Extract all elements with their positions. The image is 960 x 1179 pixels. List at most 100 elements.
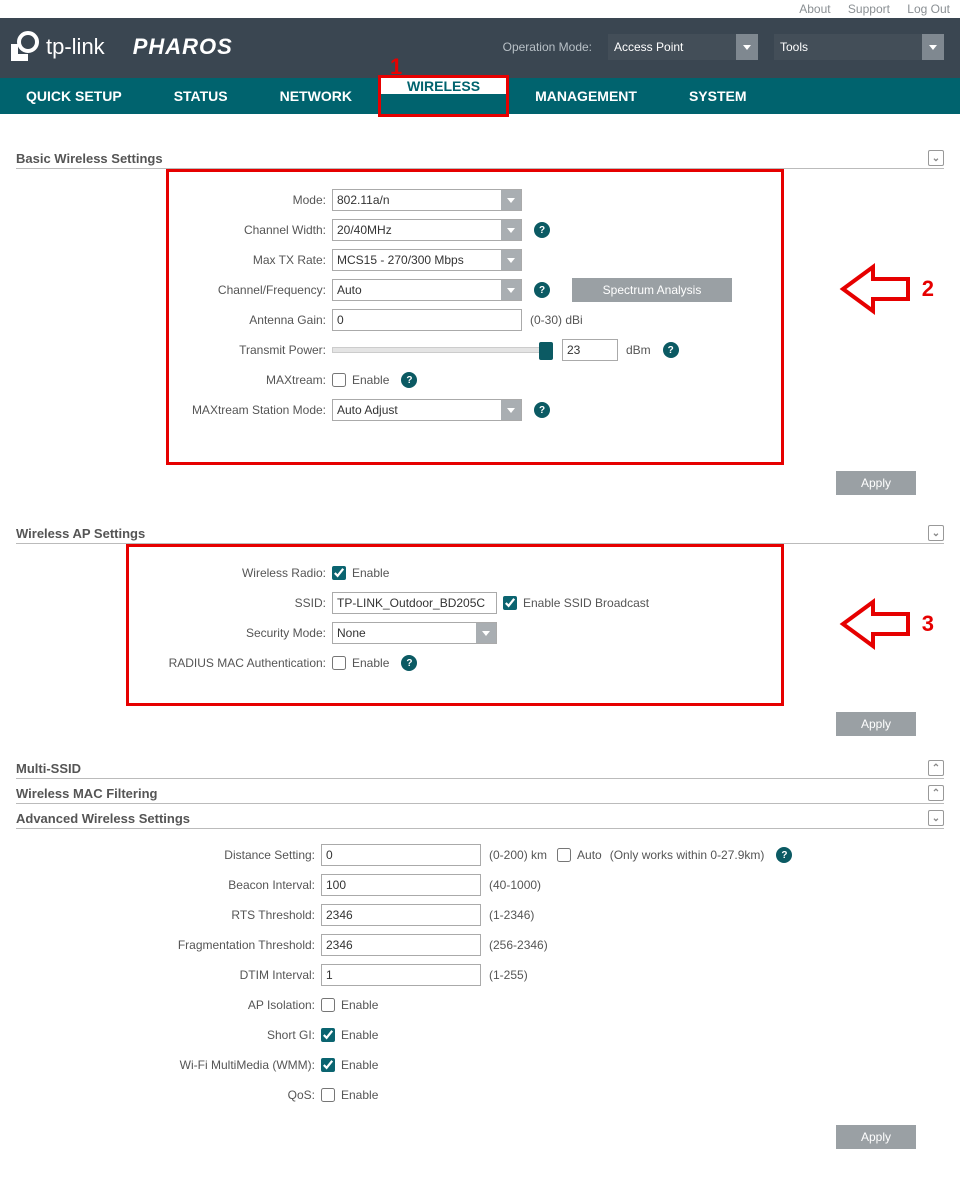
ssid-input[interactable] xyxy=(332,592,497,614)
help-icon[interactable]: ? xyxy=(401,372,417,388)
expand-icon[interactable]: ⌃ xyxy=(928,785,944,801)
chevron-down-icon[interactable] xyxy=(922,34,944,60)
chevron-down-icon[interactable] xyxy=(501,250,521,270)
qos-checkbox[interactable] xyxy=(321,1088,335,1102)
help-icon[interactable]: ? xyxy=(776,847,792,863)
channel-freq-select[interactable]: Auto xyxy=(332,279,522,301)
ssid-broadcast-text: Enable SSID Broadcast xyxy=(523,596,649,610)
logo-group: tp-link PHAROS xyxy=(8,30,233,64)
chevron-down-icon[interactable] xyxy=(501,190,521,210)
maxtream-mode-select[interactable]: Auto Adjust xyxy=(332,399,522,421)
beacon-input[interactable] xyxy=(321,874,481,896)
dtim-input[interactable] xyxy=(321,964,481,986)
annotation-number-3: 3 xyxy=(922,611,934,637)
logout-link[interactable]: Log Out xyxy=(907,2,950,16)
tab-network[interactable]: NETWORK xyxy=(254,78,378,114)
distance-note: (Only works within 0-27.9km) xyxy=(610,848,765,862)
wmm-checkbox[interactable] xyxy=(321,1058,335,1072)
apply-button-basic[interactable]: Apply xyxy=(836,471,916,495)
ap-isolation-checkbox[interactable] xyxy=(321,998,335,1012)
about-link[interactable]: About xyxy=(799,2,830,16)
section-basic-title: Basic Wireless Settings ⌄ xyxy=(16,150,944,169)
collapse-icon[interactable]: ⌄ xyxy=(928,525,944,541)
tab-system[interactable]: SYSTEM xyxy=(663,78,773,114)
section-ap-title: Wireless AP Settings ⌄ xyxy=(16,525,944,544)
rts-input[interactable] xyxy=(321,904,481,926)
apply-button-ap[interactable]: Apply xyxy=(836,712,916,736)
chevron-down-icon[interactable] xyxy=(501,280,521,300)
security-mode-select[interactable]: None xyxy=(332,622,497,644)
channel-width-select[interactable]: 20/40MHz xyxy=(332,219,522,241)
section-basic-label: Basic Wireless Settings xyxy=(16,151,163,166)
op-mode-select[interactable]: Access Point xyxy=(608,34,758,60)
distance-input[interactable] xyxy=(321,844,481,866)
help-icon[interactable]: ? xyxy=(534,402,550,418)
ssid-broadcast-checkbox[interactable] xyxy=(503,596,517,610)
slider-thumb[interactable] xyxy=(539,342,553,360)
annotation-number-1: 1 xyxy=(390,54,402,80)
transmit-power-slider[interactable] xyxy=(332,347,552,353)
maxtream-mode-value: Auto Adjust xyxy=(337,403,398,417)
nav-bar: QUICK SETUP STATUS NETWORK WIRELESS MANA… xyxy=(0,78,960,114)
tab-wireless[interactable]: WIRELESS xyxy=(381,78,506,94)
rts-label: RTS Threshold: xyxy=(16,908,321,922)
ssid-label: SSID: xyxy=(137,596,332,610)
tab-management[interactable]: MANAGEMENT xyxy=(509,78,663,114)
chevron-down-icon[interactable] xyxy=(501,220,521,240)
mac-filter-label: Wireless MAC Filtering xyxy=(16,786,157,801)
maxtream-checkbox[interactable] xyxy=(332,373,346,387)
antenna-gain-label: Antenna Gain: xyxy=(177,313,332,327)
mode-label: Mode: xyxy=(177,193,332,207)
chevron-down-icon[interactable] xyxy=(476,623,496,643)
ap-isolation-enable-text: Enable xyxy=(341,998,378,1012)
frag-input[interactable] xyxy=(321,934,481,956)
section-adv-title: Advanced Wireless Settings ⌄ xyxy=(16,810,944,829)
expand-icon[interactable]: ⌃ xyxy=(928,760,944,776)
dtim-label: DTIM Interval: xyxy=(16,968,321,982)
apply-button-adv[interactable]: Apply xyxy=(836,1125,916,1149)
channel-freq-label: Channel/Frequency: xyxy=(177,283,332,297)
security-mode-label: Security Mode: xyxy=(137,626,332,640)
help-icon[interactable]: ? xyxy=(534,282,550,298)
tp-icon xyxy=(8,30,42,64)
brand-text: tp-link xyxy=(46,34,105,60)
qos-enable-text: Enable xyxy=(341,1088,378,1102)
radius-mac-checkbox[interactable] xyxy=(332,656,346,670)
help-icon[interactable]: ? xyxy=(401,655,417,671)
distance-auto-checkbox[interactable] xyxy=(557,848,571,862)
max-tx-rate-value: MCS15 - 270/300 Mbps xyxy=(337,253,464,267)
help-icon[interactable]: ? xyxy=(663,342,679,358)
chevron-down-icon[interactable] xyxy=(736,34,758,60)
wireless-radio-checkbox[interactable] xyxy=(332,566,346,580)
security-mode-value: None xyxy=(337,626,366,640)
mode-select[interactable]: 802.11a/n xyxy=(332,189,522,211)
distance-label: Distance Setting: xyxy=(16,848,321,862)
antenna-gain-input[interactable] xyxy=(332,309,522,331)
chevron-down-icon[interactable] xyxy=(501,400,521,420)
channel-width-value: 20/40MHz xyxy=(337,223,392,237)
tab-quick-setup[interactable]: QUICK SETUP xyxy=(0,78,148,114)
transmit-power-label: Transmit Power: xyxy=(177,343,332,357)
annotation-box-1: WIRELESS xyxy=(378,75,509,117)
section-ap-label: Wireless AP Settings xyxy=(16,526,145,541)
beacon-hint: (40-1000) xyxy=(489,878,541,892)
tools-select[interactable]: Tools xyxy=(774,34,944,60)
header-bar: tp-link PHAROS Operation Mode: Access Po… xyxy=(0,18,960,78)
short-gi-checkbox[interactable] xyxy=(321,1028,335,1042)
section-mac-filter[interactable]: Wireless MAC Filtering ⌃ xyxy=(16,785,944,804)
collapse-icon[interactable]: ⌄ xyxy=(928,810,944,826)
section-adv-label: Advanced Wireless Settings xyxy=(16,811,190,826)
maxtream-label: MAXtream: xyxy=(177,373,332,387)
max-tx-rate-select[interactable]: MCS15 - 270/300 Mbps xyxy=(332,249,522,271)
product-name: PHAROS xyxy=(133,34,233,60)
help-icon[interactable]: ? xyxy=(534,222,550,238)
collapse-icon[interactable]: ⌄ xyxy=(928,150,944,166)
support-link[interactable]: Support xyxy=(848,2,890,16)
spectrum-analysis-button[interactable]: Spectrum Analysis xyxy=(572,278,732,302)
beacon-label: Beacon Interval: xyxy=(16,878,321,892)
wmm-label: Wi-Fi MultiMedia (WMM): xyxy=(16,1058,321,1072)
tab-status[interactable]: STATUS xyxy=(148,78,254,114)
section-multi-ssid[interactable]: Multi-SSID ⌃ xyxy=(16,760,944,779)
multi-ssid-label: Multi-SSID xyxy=(16,761,81,776)
transmit-power-input[interactable] xyxy=(562,339,618,361)
